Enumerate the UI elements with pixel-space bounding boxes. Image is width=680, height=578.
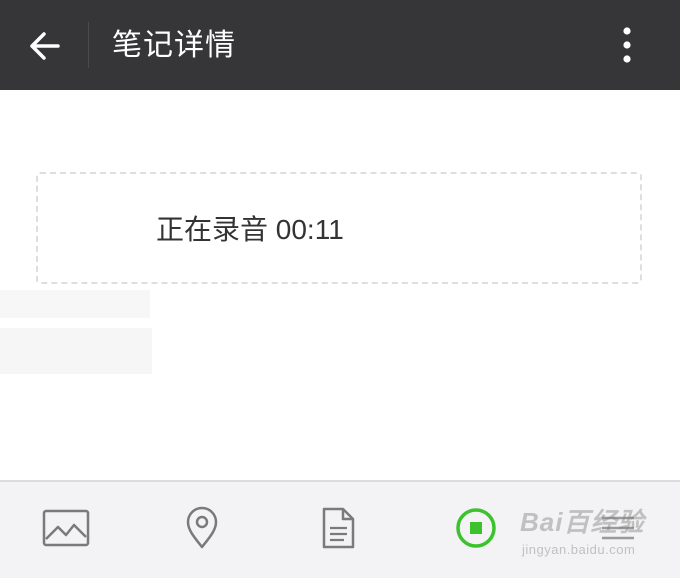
background-artifact xyxy=(0,290,150,318)
image-icon xyxy=(42,509,90,547)
recording-status-text: 正在录音 00:11 xyxy=(156,214,344,245)
arrow-left-icon xyxy=(30,32,60,60)
header-divider xyxy=(88,22,89,68)
background-artifact xyxy=(0,328,152,374)
recording-indicator: 正在录音 00:11 xyxy=(36,172,642,284)
menu-button[interactable] xyxy=(588,500,648,556)
page-title: 笔记详情 xyxy=(112,29,236,62)
note-content-area[interactable] xyxy=(0,90,680,480)
bottom-toolbar xyxy=(0,480,680,578)
document-icon xyxy=(322,507,355,549)
location-pin-icon xyxy=(186,506,218,549)
more-options-button[interactable] xyxy=(604,22,650,68)
insert-file-button[interactable] xyxy=(308,500,368,556)
stop-recording-button[interactable] xyxy=(446,500,506,556)
record-stop-icon xyxy=(456,508,496,548)
insert-image-button[interactable] xyxy=(36,500,96,556)
more-vertical-icon xyxy=(623,27,631,63)
insert-location-button[interactable] xyxy=(172,500,232,556)
top-app-bar: 笔记详情 xyxy=(0,0,680,90)
back-button[interactable] xyxy=(18,24,70,68)
menu-icon xyxy=(602,516,634,540)
